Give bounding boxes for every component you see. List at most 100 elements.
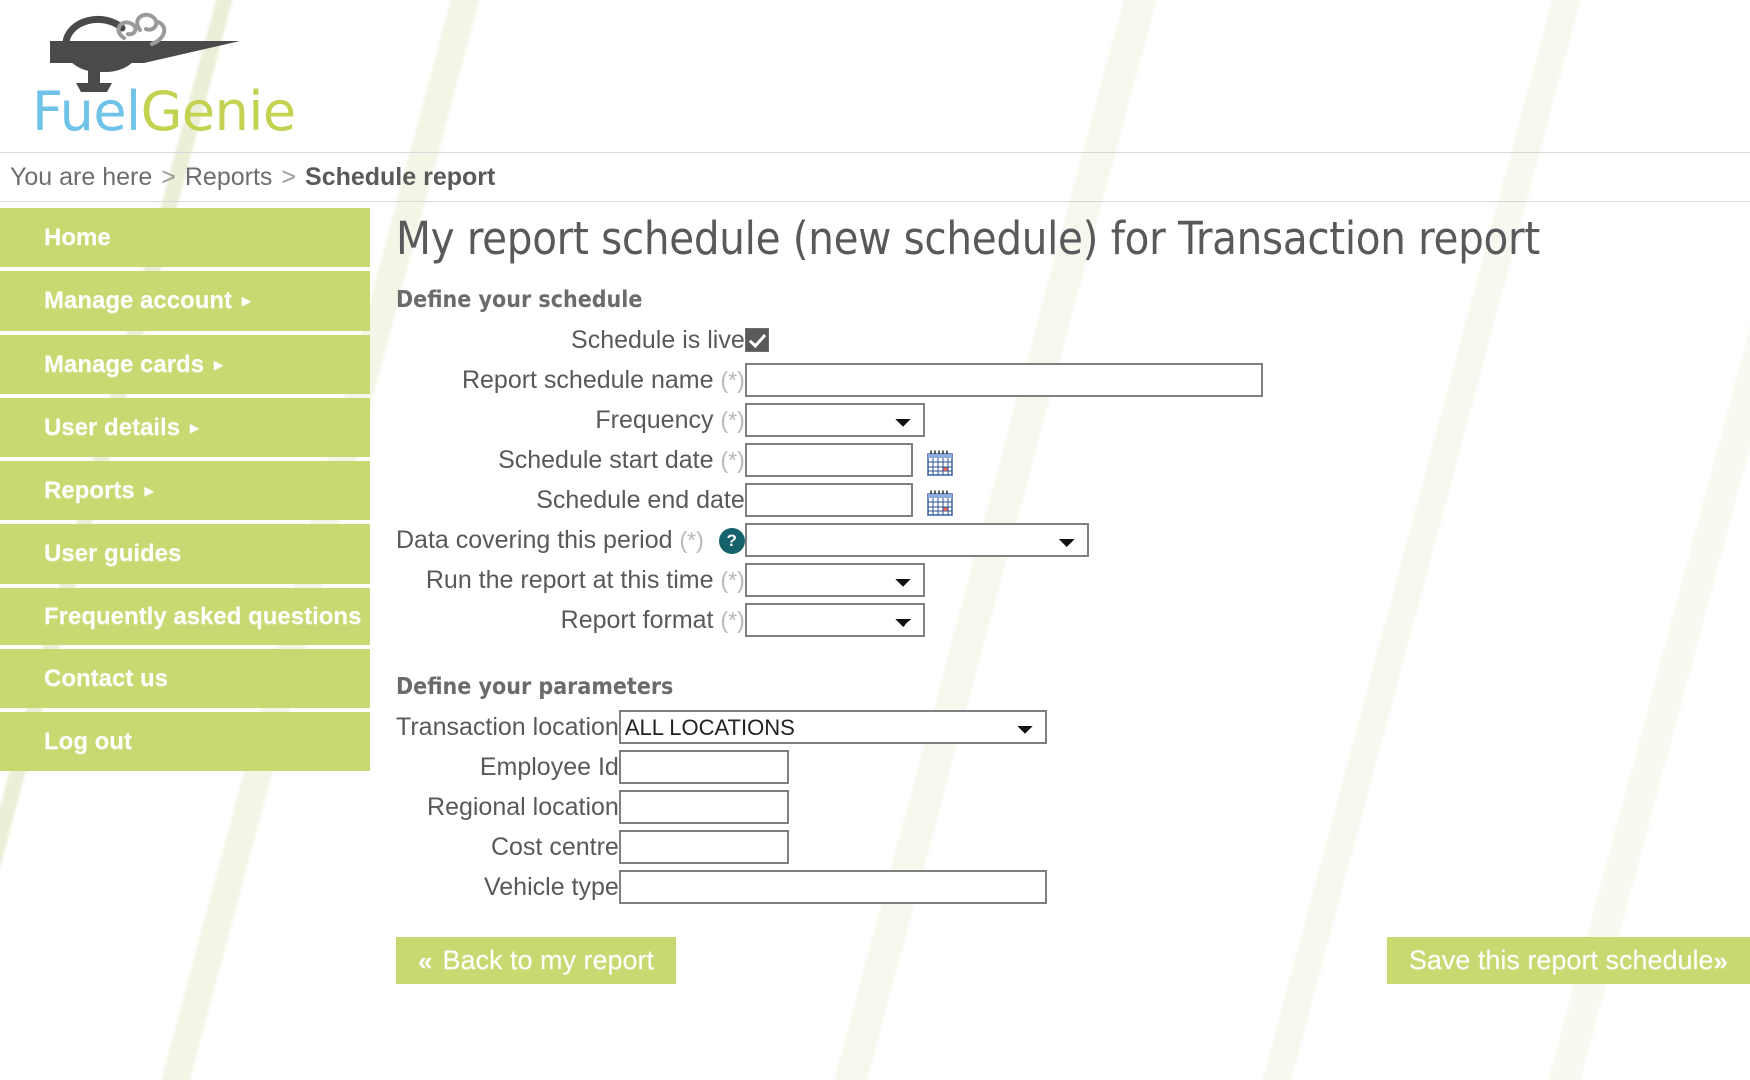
parameters-section-heading: Define your parameters (396, 674, 674, 700)
save-button-label: Save this report schedule (1408, 945, 1714, 975)
employee-id-label: Employee Id (479, 752, 619, 781)
required-marker: (*) (720, 366, 745, 393)
employee-id-cell (618, 747, 1047, 787)
sidebar-item-label: User details (44, 413, 181, 441)
brand-name-genie: Genie (140, 80, 297, 143)
required-marker: (*) (720, 606, 745, 633)
breadcrumb-separator-2: > (281, 162, 297, 191)
sidebar-item-user-guides[interactable]: User guides (0, 524, 370, 584)
double-chevron-right-icon: » (1713, 945, 1728, 976)
employee-id-input[interactable] (618, 750, 789, 784)
run-report-time-select[interactable] (744, 563, 925, 597)
sidebar-item-label: Manage account (44, 287, 233, 315)
site-header: FuelGenie (0, 0, 1750, 152)
data-covering-period-select[interactable] (744, 523, 1089, 557)
sidebar-item-label: Contact us (44, 664, 169, 692)
schedule-start-date-input[interactable] (744, 443, 913, 477)
main-panel: My report schedule (new schedule) for Tr… (370, 202, 1750, 997)
calendar-icon[interactable] (927, 490, 953, 516)
frequency-label-text: Frequency (595, 405, 714, 434)
back-to-my-report-button[interactable]: « Back to my report (396, 937, 677, 984)
form-row-schedule-live: Schedule is live (396, 320, 1263, 360)
report-format-cell (744, 600, 1263, 640)
sidebar-item-reports[interactable]: Reports ▸ (0, 461, 370, 521)
cost-centre-cell (618, 827, 1047, 867)
end-date-label: Schedule end date (536, 485, 745, 514)
sidebar-nav: Home Manage account ▸ Manage cards ▸ User … (0, 202, 370, 775)
chevron-right-icon: ▸ (214, 354, 223, 374)
breadcrumb-separator-1: > (161, 162, 176, 191)
schedule-name-label: Report schedule name (*) (396, 360, 745, 400)
brand-wordmark: FuelGenie (32, 80, 296, 143)
transaction-location-label: Transaction location (396, 712, 619, 741)
form-row-schedule-name: Report schedule name (*) (396, 360, 1263, 400)
cost-centre-input[interactable] (618, 830, 789, 864)
transaction-location-select[interactable]: ALL LOCATIONS (618, 710, 1047, 744)
sidebar-item-label: Frequently asked questions (44, 602, 362, 630)
run-time-cell (744, 560, 1263, 600)
double-chevron-left-icon: « (418, 945, 433, 976)
sidebar-item-faq[interactable]: Frequently asked questions (0, 587, 370, 645)
sidebar-item-contact-us[interactable]: Contact us (0, 648, 370, 709)
schedule-live-label: Schedule is live (571, 325, 745, 354)
content-area: Home Manage account ▸ Manage cards ▸ User … (0, 202, 1750, 997)
required-marker: (*) (720, 406, 745, 433)
breadcrumb-current: Schedule report (305, 162, 496, 191)
breadcrumb-link-reports[interactable]: Reports (185, 163, 273, 192)
frequency-cell (744, 400, 1263, 440)
sidebar-item-label: Reports (44, 477, 135, 505)
page-root: FuelGenie You are here > Reports > Sched… (0, 0, 1750, 997)
sidebar-item-label: Log out (44, 728, 132, 756)
regional-location-input[interactable] (618, 790, 789, 824)
form-row-report-format: Report format (*) (396, 600, 1263, 640)
report-format-select[interactable] (744, 603, 925, 637)
start-date-cell (744, 440, 1263, 480)
form-row-frequency: Frequency (*) (396, 400, 1263, 440)
regional-location-cell (618, 787, 1047, 827)
data-period-label-text: Data covering this period (396, 525, 673, 554)
sidebar-item-log-out[interactable]: Log out (0, 712, 370, 772)
sidebar-item-manage-account[interactable]: Manage account ▸ (0, 271, 370, 331)
report-format-label: Report format (*) (396, 600, 745, 640)
form-row-start-date: Schedule start date (*) (396, 440, 1263, 480)
transaction-location-cell: ALL LOCATIONS (618, 707, 1047, 747)
regional-location-label: Regional location (427, 792, 619, 821)
required-marker: (*) (679, 526, 704, 553)
schedule-name-label-text: Report schedule name (461, 365, 714, 394)
page-title: My report schedule (new schedule) for Tr… (396, 212, 1540, 265)
form-row-regional-location: Regional location (396, 787, 1047, 827)
form-row-vehicle-type: Vehicle type (396, 867, 1047, 907)
schedule-end-date-input[interactable] (744, 483, 913, 517)
report-schedule-name-input[interactable] (744, 363, 1263, 397)
chevron-right-icon: ▸ (190, 417, 199, 437)
parameters-form: Transaction location ALL LOCATIONS Emplo… (396, 707, 1047, 907)
form-row-end-date: Schedule end date (396, 480, 1263, 520)
form-row-data-period: Data covering this period (*) ? (396, 520, 1263, 560)
sidebar-item-home[interactable]: Home (0, 208, 370, 268)
frequency-select[interactable] (744, 403, 925, 437)
form-actions: « Back to my report Save this report sch… (396, 937, 1750, 997)
schedule-live-checkbox[interactable] (744, 328, 769, 352)
schedule-name-cell (744, 360, 1263, 400)
calendar-icon[interactable] (927, 450, 953, 476)
form-row-employee-id: Employee Id (396, 747, 1047, 787)
vehicle-type-label: Vehicle type (483, 872, 619, 901)
sidebar-item-label: User guides (44, 540, 182, 568)
cost-centre-label: Cost centre (490, 832, 619, 861)
form-row-transaction-location: Transaction location ALL LOCATIONS (396, 707, 1047, 747)
vehicle-type-cell (618, 867, 1047, 907)
sidebar-item-label: Home (44, 224, 111, 251)
breadcrumb: You are here > Reports > Schedule report (0, 152, 1750, 202)
data-period-label: Data covering this period (*) ? (396, 520, 745, 560)
sidebar-item-manage-cards[interactable]: Manage cards ▸ (0, 334, 370, 394)
save-report-schedule-button[interactable]: Save this report schedule » (1386, 937, 1750, 984)
required-marker: (*) (720, 566, 745, 593)
sidebar-item-user-details[interactable]: User details ▸ (0, 397, 370, 458)
vehicle-type-input[interactable] (618, 870, 1047, 904)
frequency-label: Frequency (*) (396, 400, 745, 440)
help-icon[interactable]: ? (718, 527, 745, 554)
run-time-label-text: Run the report at this time (425, 565, 714, 594)
sidebar-item-label: Manage cards (44, 350, 205, 378)
start-date-label: Schedule start date (*) (396, 440, 745, 480)
